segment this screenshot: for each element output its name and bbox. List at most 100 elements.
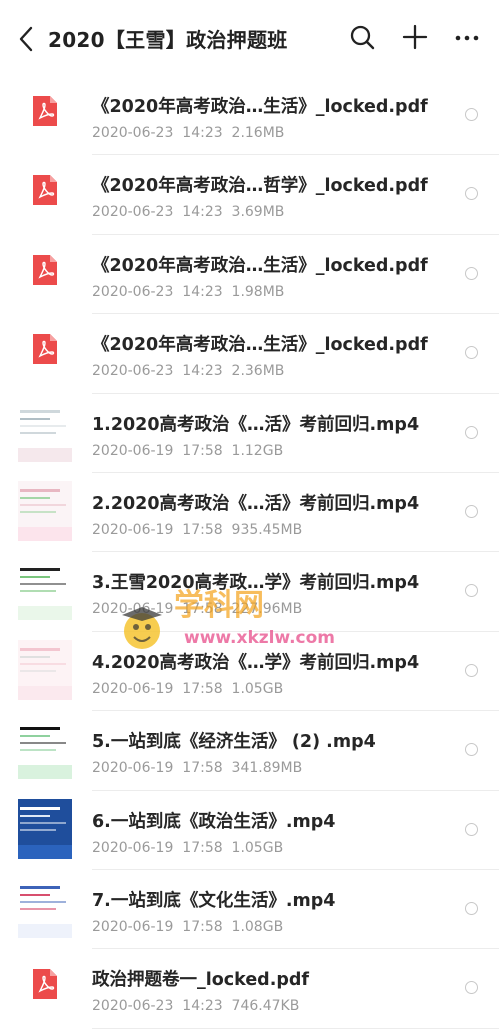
file-name: 4.2020高考政治《…学》考前回归.mp4 — [92, 652, 420, 673]
pdf-file-icon — [33, 334, 57, 365]
page-title: 2020【王雪】政治押题班 — [48, 28, 288, 52]
file-meta: 2020-06-23 14:23 746.47KB — [92, 998, 299, 1014]
select-radio[interactable] — [465, 187, 478, 201]
list-item[interactable]: 2.2020高考政治《…活》考前回归.mp4 2020-06-19 17:58 9… — [0, 473, 499, 553]
file-date: 2020-06-23 — [92, 204, 174, 221]
list-item[interactable]: 《2020年高考政治…生活》_locked.pdf 2020-06-23 14:2… — [0, 314, 499, 394]
pdf-file-icon — [33, 969, 57, 1000]
file-time: 17:58 — [182, 680, 223, 697]
file-name: 6.一站到底《政治生活》.mp4 — [92, 811, 336, 832]
select-radio[interactable] — [465, 743, 478, 757]
file-size: 1.05GB — [231, 839, 284, 856]
list-item[interactable]: 5.一站到底《经济生活》 (2) .mp4 2020-06-19 17:58 34… — [0, 711, 499, 791]
list-item[interactable]: 《2020年高考政治…哲学》_locked.pdf 2020-06-23 14:2… — [0, 155, 499, 236]
more-horizontal-icon[interactable] — [453, 24, 481, 52]
file-meta: 2020-06-19 17:58 227.96MB — [92, 601, 302, 617]
file-size: 341.89MB — [231, 760, 303, 777]
select-radio[interactable] — [465, 584, 478, 598]
file-time: 14:23 — [182, 125, 223, 141]
file-meta: 2020-06-19 17:58 1.12GB — [92, 443, 283, 459]
file-meta: 2020-06-19 17:58 1.05GB — [92, 681, 283, 697]
chevron-left-icon[interactable] — [16, 25, 38, 53]
file-time: 14:23 — [182, 363, 223, 380]
video-thumbnail — [18, 877, 72, 938]
plus-icon[interactable] — [401, 23, 429, 51]
file-size: 1.08GB — [231, 918, 284, 935]
file-date: 2020-06-19 — [92, 680, 174, 697]
file-size: 1.05GB — [231, 680, 284, 697]
file-time: 17:58 — [182, 521, 223, 538]
file-time: 17:58 — [182, 442, 223, 459]
file-name: 《2020年高考政治…生活》_locked.pdf — [92, 255, 428, 276]
file-size: 746.47KB — [231, 998, 300, 1015]
list-item[interactable]: 《2020年高考政治…生活》_locked.pdf 2020-06-23 14:2… — [0, 235, 499, 315]
video-thumbnail — [18, 639, 72, 700]
video-thumbnail — [18, 480, 72, 541]
select-radio[interactable] — [465, 266, 478, 280]
list-item[interactable]: 政治押题卷一_locked.pdf 2020-06-23 14:23 746.47… — [0, 949, 499, 1029]
list-item[interactable]: 4.2020高考政治《…学》考前回归.mp4 2020-06-19 17:58 1… — [0, 632, 499, 712]
file-name: 《2020年高考政治…生活》_locked.pdf — [92, 97, 428, 117]
file-date: 2020-06-19 — [92, 839, 174, 856]
file-date: 2020-06-23 — [92, 283, 174, 300]
file-name: 3.王雪2020高考政…学》考前回归.mp4 — [92, 573, 420, 594]
file-time: 17:58 — [182, 839, 223, 856]
video-thumbnail — [18, 719, 72, 780]
file-date: 2020-06-19 — [92, 521, 174, 538]
list-item[interactable]: 7.一站到底《文化生活》.mp4 2020-06-19 17:58 1.08GB — [0, 870, 499, 950]
file-size: 3.69MB — [231, 204, 285, 221]
file-meta: 2020-06-23 14:23 2.36MB — [92, 363, 284, 379]
top-bar: 2020【王雪】政治押题班 — [0, 0, 499, 76]
file-date: 2020-06-23 — [92, 125, 174, 141]
file-size: 1.12GB — [231, 442, 284, 459]
file-size: 2.16MB — [231, 125, 285, 141]
file-date: 2020-06-19 — [92, 601, 174, 618]
file-name: 2.2020高考政治《…活》考前回归.mp4 — [92, 493, 420, 514]
file-time: 14:23 — [182, 204, 223, 221]
file-name: 《2020年高考政治…生活》_locked.pdf — [92, 335, 428, 356]
list-item[interactable]: 1.2020高考政治《…活》考前回归.mp4 2020-06-19 17:58 1… — [0, 394, 499, 474]
video-thumbnail — [18, 560, 72, 621]
pdf-file-icon — [33, 96, 57, 126]
file-meta: 2020-06-23 14:23 1.98MB — [92, 284, 284, 300]
pdf-file-icon — [33, 254, 57, 285]
file-date: 2020-06-23 — [92, 998, 174, 1015]
file-name: 5.一站到底《经济生活》 (2) .mp4 — [92, 732, 376, 753]
file-time: 17:58 — [182, 601, 223, 618]
file-date: 2020-06-23 — [92, 363, 174, 380]
file-name: 7.一站到底《文化生活》.mp4 — [92, 890, 336, 911]
file-size: 935.45MB — [231, 521, 303, 538]
file-meta: 2020-06-19 17:58 935.45MB — [92, 522, 302, 538]
file-meta: 2020-06-23 14:23 2.16MB — [92, 125, 284, 141]
file-meta: 2020-06-23 14:23 3.69MB — [92, 204, 284, 220]
file-name: 政治押题卷一_locked.pdf — [92, 970, 310, 991]
file-name: 《2020年高考政治…哲学》_locked.pdf — [92, 176, 428, 197]
select-radio[interactable] — [465, 981, 478, 995]
pdf-file-icon — [33, 175, 57, 206]
search-icon[interactable] — [348, 23, 376, 51]
select-radio[interactable] — [465, 901, 478, 915]
list-item[interactable]: 6.一站到底《政治生活》.mp4 2020-06-19 17:58 1.05GB — [0, 791, 499, 871]
file-meta: 2020-06-19 17:58 341.89MB — [92, 760, 302, 776]
select-radio[interactable] — [465, 346, 478, 360]
file-meta: 2020-06-19 17:58 1.08GB — [92, 919, 283, 935]
file-size: 1.98MB — [231, 283, 285, 300]
file-date: 2020-06-19 — [92, 760, 174, 777]
file-date: 2020-06-19 — [92, 918, 174, 935]
file-list: 《2020年高考政治…生活》_locked.pdf 2020-06-23 14:2… — [0, 76, 499, 1029]
select-radio[interactable] — [465, 663, 478, 677]
select-radio[interactable] — [465, 425, 478, 439]
select-radio[interactable] — [465, 108, 478, 121]
file-time: 14:23 — [182, 998, 223, 1015]
select-radio[interactable] — [465, 822, 478, 836]
video-thumbnail — [18, 401, 72, 462]
file-time: 14:23 — [182, 283, 223, 300]
select-radio[interactable] — [465, 504, 478, 518]
file-size: 227.96MB — [231, 601, 303, 618]
list-item[interactable]: 3.王雪2020高考政…学》考前回归.mp4 2020-06-19 17:58 2… — [0, 552, 499, 633]
list-item[interactable]: 《2020年高考政治…生活》_locked.pdf 2020-06-23 14:2… — [0, 76, 499, 156]
file-size: 2.36MB — [231, 363, 285, 380]
file-time: 17:58 — [182, 918, 223, 935]
file-time: 17:58 — [182, 760, 223, 777]
file-meta: 2020-06-19 17:58 1.05GB — [92, 840, 283, 856]
